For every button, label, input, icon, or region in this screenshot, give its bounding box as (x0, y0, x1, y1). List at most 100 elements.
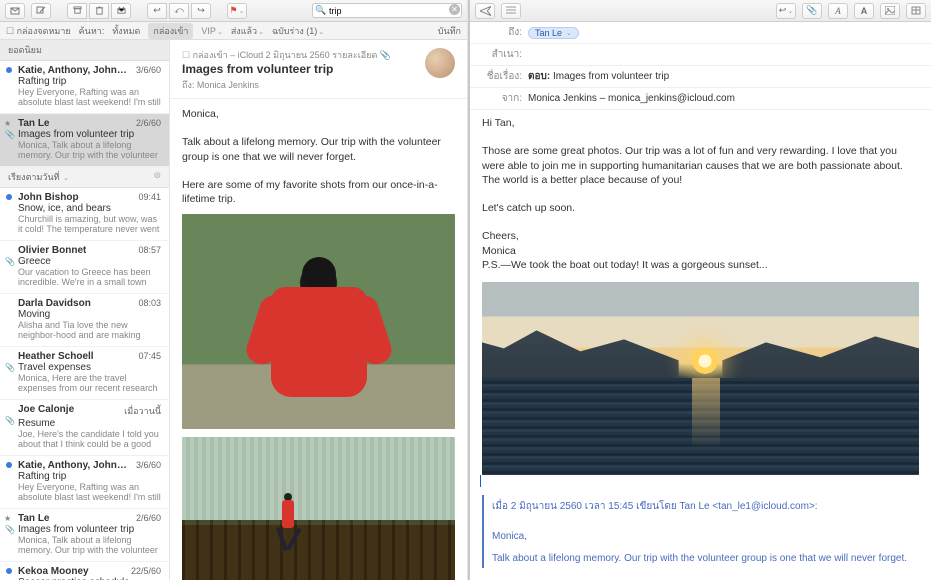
message-list-item[interactable]: 📎Joe Calonjeเมื่อวานนี้ResumeJoe, Here's… (0, 400, 169, 456)
font-button[interactable]: A (854, 3, 874, 19)
mailboxes-button[interactable]: ☐ กล่องจดหมาย (6, 24, 71, 38)
unread-dot-icon (6, 462, 12, 468)
message-list: ยอดนิยม Katie, Anthony, John & Jen3/6/60… (0, 40, 170, 580)
message-reader: ☐ กล่องเข้า – iCloud 2 มิถุนายน 2560 ราย… (170, 40, 467, 580)
attachment-icon: 📎 (5, 416, 15, 425)
message-date: 3/6/60 (136, 460, 161, 471)
message-date: 07:45 (138, 351, 161, 362)
subject-field[interactable]: ชื่อเรื่อง: ตอบ: Images from volunteer t… (470, 66, 931, 88)
search-field[interactable]: 🔍 ✕ (312, 3, 462, 18)
compose-toolbar: ↩⌄ 📎 A A (470, 0, 931, 22)
header-fields-button[interactable] (501, 3, 521, 19)
message-preview: Hey Everyone, Rafting was an absolute bl… (18, 482, 161, 503)
attachment-icon: 📎 (5, 130, 15, 139)
scope-inbox-tab[interactable]: กล่องเข้า (148, 23, 193, 39)
unread-dot-icon (6, 194, 12, 200)
search-clear-button[interactable]: ✕ (449, 4, 460, 15)
drafts-tab[interactable]: ฉบับร่าง (1)⌄ (272, 24, 324, 38)
to-field[interactable]: ถึง: Tan Le⌄ (470, 22, 931, 44)
unread-dot-icon (6, 568, 12, 574)
save-search-button[interactable]: บันทึก (438, 24, 461, 38)
message-preview: Our vacation to Greece has been incredib… (18, 267, 161, 288)
message-list-item[interactable]: Katie, Anthony, John & Jen 3/6/60Rafting … (0, 61, 169, 114)
message-subject: Resume (18, 418, 161, 429)
photo-browser-button[interactable] (880, 3, 900, 19)
message-from: Tan Le (18, 118, 49, 129)
attachment-icon: 📎 (5, 257, 15, 266)
junk-button[interactable] (111, 3, 131, 19)
message-date: 22/5/60 (131, 566, 161, 577)
message-from: John Bishop (18, 192, 79, 203)
from-field[interactable]: จาก: Monica Jenkins – monica_jenkins@icl… (470, 88, 931, 110)
message-preview: Alisha and Tia love the new neighbor-hoo… (18, 320, 161, 341)
message-from: Joe Calonje (18, 404, 74, 418)
search-icon: 🔍 (315, 5, 326, 16)
message-from: Katie, Anthony, John & Jen (18, 65, 128, 76)
text-cursor (480, 475, 481, 487)
format-button[interactable]: A (828, 3, 848, 19)
message-subject: Moving (18, 309, 161, 320)
message-date: 08:03 (138, 298, 161, 309)
message-date: 2/6/60 (136, 118, 161, 129)
mailbox-bar: ☐ กล่องจดหมาย ค้นหา: ทั้งหมด กล่องเข้า V… (0, 22, 467, 40)
reader-meta: กล่องเข้า – iCloud 2 มิถุนายน 2560 รายละ… (193, 50, 378, 60)
message-from: Kekoa Mooney (18, 566, 89, 577)
message-preview: Hey Everyone, Rafting was an absolute bl… (18, 87, 161, 108)
attachment-image-1[interactable] (182, 214, 455, 429)
inline-attachment-sunset[interactable] (482, 282, 919, 475)
message-list-item[interactable]: 📎Olivier Bonnet08:57GreeceOur vacation t… (0, 241, 169, 294)
message-subject: Rafting trip (18, 76, 161, 87)
message-list-item[interactable]: ★📎Tan Le2/6/60Images from volunteer trip… (0, 509, 169, 562)
scope-all-tab[interactable]: ทั้งหมด (112, 24, 140, 38)
flag-button[interactable]: ⚑⌄ (227, 3, 247, 19)
compose-body-text[interactable]: Hi Tan, Those are some great photos. Our… (470, 110, 931, 278)
reply-button[interactable]: ↩ (147, 3, 167, 19)
message-list-item[interactable]: Darla Davidson 08:03MovingAlisha and Tia … (0, 294, 169, 347)
message-date: 3/6/60 (136, 65, 161, 76)
message-from: Katie, Anthony, John & Jen (18, 460, 128, 471)
quoted-original: เมื่อ 2 มิถุนายน 2560 เวลา 15:45 เขียนโด… (482, 495, 919, 568)
cc-field[interactable]: สำเนา: (470, 44, 931, 66)
message-subject: Snow, ice, and bears (18, 203, 161, 214)
message-subject: Images from volunteer trip (18, 524, 161, 535)
recipient-token[interactable]: Tan Le⌄ (528, 27, 579, 39)
message-subject: Travel expenses (18, 362, 161, 373)
message-preview: Monica, Here are the travel expenses fro… (18, 373, 161, 394)
message-preview: Monica, Talk about a lifelong memory. Ou… (18, 535, 161, 556)
forward-button[interactable]: ↪ (191, 3, 211, 19)
search-input[interactable] (312, 3, 462, 18)
message-date: 2/6/60 (136, 513, 161, 524)
compose-button[interactable] (31, 3, 51, 19)
archive-group (67, 3, 131, 19)
sent-tab[interactable]: ส่งแล้ว⌄ (231, 24, 264, 38)
search-scope-label: ค้นหา: (79, 24, 105, 38)
vip-tab[interactable]: VIP⌄ (201, 26, 222, 36)
message-list-item[interactable]: John Bishop09:41Snow, ice, and bearsChur… (0, 188, 169, 241)
reply-compose-button[interactable]: ↩⌄ (776, 3, 796, 19)
archive-button[interactable] (67, 3, 87, 19)
message-list-item[interactable]: Katie, Anthony, John & Jen3/6/60Rafting … (0, 456, 169, 509)
markup-button[interactable] (906, 3, 926, 19)
star-icon: ★ (4, 514, 11, 523)
attachment-image-2[interactable] (182, 437, 455, 580)
message-list-item[interactable]: Kekoa Mooney22/5/60Soccer practice sched… (0, 562, 169, 580)
message-list-item[interactable]: 📎Heather Schoell07:45Travel expensesMoni… (0, 347, 169, 400)
message-from: Darla Davidson (18, 298, 91, 309)
message-subject: Greece (18, 256, 161, 267)
reader-subject: Images from volunteer trip (182, 62, 417, 76)
delete-button[interactable] (89, 3, 109, 19)
sender-avatar (425, 48, 455, 78)
filter-icon[interactable]: ⊜ (153, 170, 161, 184)
attachment-icon: 📎 (5, 363, 15, 372)
message-subject: Images from volunteer trip (18, 129, 161, 140)
compose-pane: ถึง: Tan Le⌄ สำเนา: ชื่อเรื่อง: ตอบ: Ima… (470, 22, 931, 580)
reply-all-button[interactable]: ⤺ (169, 3, 189, 19)
send-button[interactable] (475, 3, 495, 19)
unread-dot-icon (6, 67, 12, 73)
get-mail-button[interactable] (5, 3, 25, 19)
attach-button[interactable]: 📎 (802, 3, 822, 19)
list-section-sorted[interactable]: เรียงตามวันที่ ⌄ ⊜ (0, 167, 169, 188)
message-list-item[interactable]: ★📎Tan Le2/6/60Images from volunteer trip… (0, 114, 169, 167)
message-from: Tan Le (18, 513, 49, 524)
reader-body: Monica, Talk about a lifelong memory. Ou… (170, 99, 467, 580)
